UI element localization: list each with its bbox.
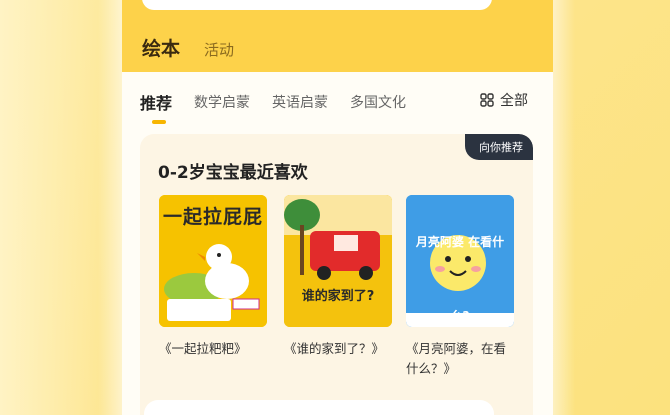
all-categories-label: 全部 (500, 93, 528, 109)
book-cover[interactable]: 月亮阿婆 在看什么? (406, 195, 514, 327)
phone-edge-left (98, 0, 122, 415)
header: 绘本 活动 (122, 0, 553, 72)
book-cover[interactable]: 一起拉屁屁 (159, 195, 267, 327)
phone-screen: 绘本 活动 推荐 数学启蒙 英语启蒙 多国文化 全部 向你推荐 0-2岁宝宝最近… (122, 0, 553, 415)
book-cover-illustration (284, 195, 392, 327)
book-item[interactable]: 月亮阿婆 在看什么? 《月亮阿婆，在看什么？》 (406, 195, 514, 379)
recommend-card: 向你推荐 0-2岁宝宝最近喜欢 一起拉屁屁 《一起拉粑粑》 谁的家到了? 《谁的… (140, 134, 533, 415)
book-title: 《一起拉粑粑》 (159, 341, 247, 356)
recommend-badge: 向你推荐 (465, 134, 533, 160)
category-tab-recommend[interactable]: 推荐 (140, 90, 172, 124)
book-cover-text: 月亮阿婆 在看什么? (415, 235, 505, 323)
phone-edge-right (553, 0, 575, 415)
category-tab-english[interactable]: 英语启蒙 (272, 92, 328, 112)
book-item[interactable]: 谁的家到了? 《谁的家到了？》 (284, 195, 392, 359)
content-area: 推荐 数学启蒙 英语启蒙 多国文化 全部 向你推荐 0-2岁宝宝最近喜欢 一起拉… (122, 72, 553, 415)
book-title: 《月亮阿婆，在看什么？》 (406, 341, 507, 376)
book-cover-text: 谁的家到了? (301, 289, 375, 304)
main-tabs: 绘本 活动 (142, 34, 234, 61)
book-cover-text: 一起拉屁屁 (162, 206, 263, 228)
category-tab-culture[interactable]: 多国文化 (350, 92, 406, 112)
grid-icon (480, 93, 494, 107)
tab-activities[interactable]: 活动 (204, 39, 234, 60)
book-title: 《谁的家到了？》 (284, 341, 385, 356)
card-title: 0-2岁宝宝最近喜欢 (158, 163, 308, 183)
category-tabs: 推荐 数学启蒙 英语启蒙 多国文化 (140, 90, 428, 124)
book-cover[interactable]: 谁的家到了? (284, 195, 392, 327)
next-section-stub (144, 400, 494, 415)
category-tab-math[interactable]: 数学启蒙 (194, 92, 250, 112)
tab-picture-books[interactable]: 绘本 (142, 34, 180, 61)
book-item[interactable]: 一起拉屁屁 《一起拉粑粑》 (159, 195, 267, 359)
all-categories-button[interactable]: 全部 (480, 90, 528, 110)
search-bar[interactable] (142, 0, 492, 10)
